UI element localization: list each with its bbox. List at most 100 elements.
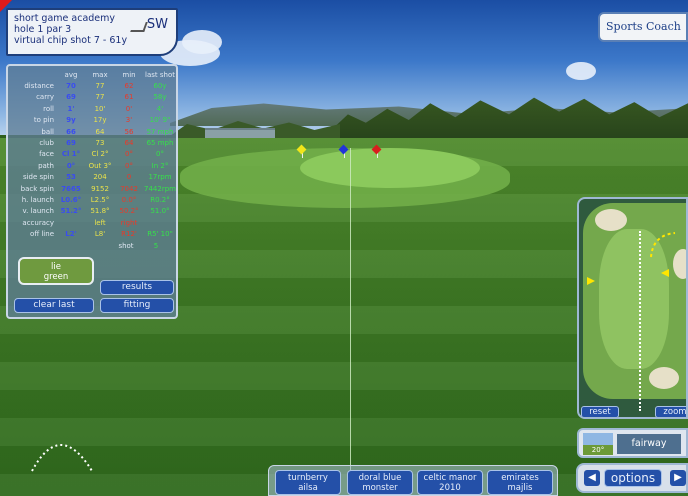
minimap-bunker bbox=[595, 209, 627, 231]
stat-avg: L2' bbox=[65, 230, 77, 239]
stat-min: 7042 bbox=[120, 184, 138, 193]
stat-avg: 69 bbox=[66, 139, 76, 147]
options-button[interactable]: options bbox=[604, 469, 662, 487]
header-max: max bbox=[92, 71, 108, 79]
lie-button-label: lie green bbox=[20, 262, 92, 282]
stats-header-row: avg max min last shot bbox=[8, 70, 176, 81]
stat-row: accuracy left right bbox=[8, 218, 176, 229]
stat-max: 9152 bbox=[91, 184, 109, 193]
course-sub: ailsa bbox=[298, 483, 318, 493]
stat-max: Out 3° bbox=[88, 161, 112, 170]
stat-last-shot: R0.2° bbox=[150, 196, 170, 204]
stat-row: h. launch L0.6° L2.5° 0.0° R0.2° bbox=[8, 195, 176, 206]
shot-count-value: 5 bbox=[153, 242, 159, 250]
reset-button[interactable]: reset bbox=[581, 406, 619, 417]
lie-green-button[interactable]: lie green bbox=[18, 257, 94, 285]
stat-label: side spin bbox=[22, 173, 54, 182]
course-sub: majlis bbox=[507, 483, 533, 493]
stat-row: off line L2' L8' R12' R5' 10" bbox=[8, 229, 176, 240]
stat-max: 64 bbox=[95, 127, 105, 136]
stat-max: left bbox=[94, 218, 106, 227]
next-arrow-icon[interactable]: ▶ bbox=[670, 470, 686, 486]
course-button-turnberry[interactable]: turnberry ailsa bbox=[275, 470, 341, 495]
stat-min: 56 bbox=[124, 127, 134, 136]
yellow-marker-icon bbox=[661, 269, 669, 277]
stat-last-shot: 60y bbox=[153, 82, 167, 90]
stat-min: 0° bbox=[125, 150, 133, 159]
stat-avg: 7665 bbox=[61, 184, 81, 193]
stat-last-shot: 51.0° bbox=[150, 207, 170, 216]
stat-label: to pin bbox=[33, 116, 54, 125]
stat-label: roll bbox=[43, 104, 54, 113]
course-button-emirates[interactable]: emirates majlis bbox=[487, 470, 553, 495]
stat-max: 77 bbox=[95, 82, 105, 90]
stat-row: side spin 53 204 0 17rpm bbox=[8, 172, 176, 183]
lie-button-line: lie bbox=[51, 262, 61, 272]
stat-row: back spin 7665 9152 7042 7442rpm bbox=[8, 184, 176, 195]
stat-avg: 1' bbox=[67, 104, 75, 113]
stat-avg: 9y bbox=[66, 116, 76, 125]
stat-last-shot: 7442rpm bbox=[144, 184, 176, 193]
stat-last-shot: 4' bbox=[156, 104, 164, 113]
stat-label: back spin bbox=[20, 184, 54, 193]
stat-label: accuracy bbox=[22, 218, 54, 227]
stat-label: club bbox=[39, 139, 54, 147]
course-selector: turnberry ailsa doral blue monster celti… bbox=[268, 465, 558, 496]
lie-indicator: 20° fairway bbox=[577, 428, 688, 458]
stat-last-shot: R5' 10" bbox=[147, 230, 173, 239]
stat-avg: 0° bbox=[66, 161, 76, 170]
hole-info-panel: short game academy hole 1 par 3 virtual … bbox=[6, 8, 178, 56]
stat-avg: 53 bbox=[66, 173, 76, 182]
zoom-button[interactable]: zoom bbox=[655, 406, 686, 417]
ball-trajectory-arc bbox=[31, 444, 93, 472]
stat-row: roll 1' 10' 0' 4' bbox=[8, 104, 176, 115]
lie-button-line: green bbox=[43, 272, 69, 282]
stat-max: 51.8° bbox=[90, 207, 110, 216]
clear-last-button[interactable]: clear last bbox=[14, 298, 94, 313]
stat-max: 73 bbox=[95, 139, 105, 147]
stat-min: 0.0° bbox=[121, 196, 137, 204]
stat-max: L2.5° bbox=[90, 196, 110, 204]
stat-avg: 66 bbox=[66, 127, 76, 136]
stat-label: h. launch bbox=[21, 196, 54, 204]
stat-row: distance 70 77 62 60y bbox=[8, 81, 176, 92]
stat-row: face Cl 1° Cl 2° 0° 0° bbox=[8, 149, 176, 160]
header-avg: avg bbox=[64, 71, 78, 79]
stat-last-shot: 10' 9" bbox=[149, 116, 171, 125]
minimap-shot-line bbox=[639, 231, 641, 411]
stat-label: distance bbox=[24, 82, 54, 90]
fitting-button[interactable]: fitting bbox=[100, 298, 174, 313]
stat-row: ball 66 64 56 57 mph bbox=[8, 127, 176, 138]
shot-count-row: shot 5 bbox=[8, 241, 176, 252]
cloud bbox=[566, 62, 596, 80]
club-label: SW bbox=[146, 17, 168, 32]
results-button[interactable]: results bbox=[100, 280, 174, 295]
stat-avg: 69 bbox=[66, 93, 76, 102]
minimap-target-arc bbox=[650, 232, 676, 258]
header-last-shot: last shot bbox=[145, 71, 175, 79]
cloud bbox=[182, 30, 222, 54]
stat-avg: Cl 1° bbox=[61, 150, 81, 159]
stat-last-shot: 65 mph bbox=[146, 139, 174, 147]
stat-label: off line bbox=[30, 230, 54, 239]
stat-min: R12' bbox=[121, 230, 137, 239]
stat-min: 0° bbox=[125, 161, 133, 170]
stat-min: 62 bbox=[124, 82, 134, 90]
previous-arrow-icon[interactable]: ◀ bbox=[584, 470, 600, 486]
stat-last-shot: 58y bbox=[153, 93, 167, 102]
stat-min: 64 bbox=[124, 139, 134, 147]
course-button-celtic-manor[interactable]: celtic manor 2010 bbox=[417, 470, 483, 495]
shot-description: virtual chip shot 7 - 61y bbox=[14, 35, 128, 46]
aim-line bbox=[350, 148, 351, 496]
course-name: turnberry bbox=[288, 473, 328, 483]
stat-last-shot: 17rpm bbox=[148, 173, 172, 182]
stat-label: path bbox=[38, 161, 54, 170]
stat-max: Cl 2° bbox=[91, 150, 109, 159]
stat-max: L8' bbox=[94, 230, 106, 239]
stat-min: 3' bbox=[125, 116, 133, 125]
hole-minimap[interactable]: reset zoom bbox=[577, 197, 688, 419]
course-button-doral[interactable]: doral blue monster bbox=[347, 470, 413, 495]
lie-type-label: fairway bbox=[617, 434, 681, 454]
stat-min: 0' bbox=[125, 104, 133, 113]
stat-row: path 0° Out 3° 0° In 2° bbox=[8, 161, 176, 172]
